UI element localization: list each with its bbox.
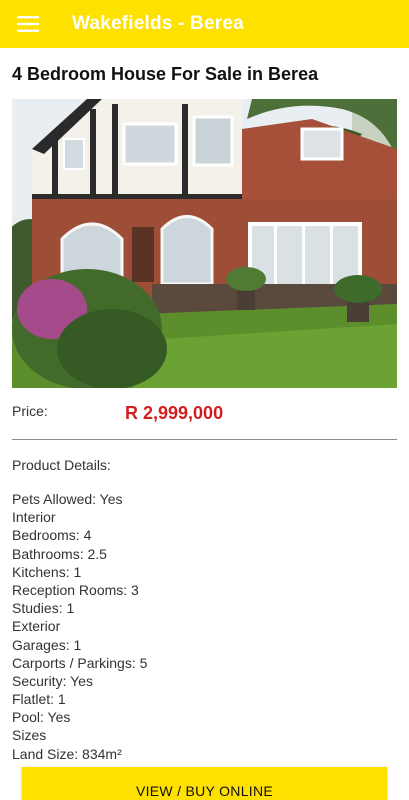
- detail-reception-rooms: Reception Rooms: 3: [12, 581, 139, 598]
- details-heading: Product Details:: [12, 457, 111, 473]
- app-bar-title: Wakefields - Berea: [72, 13, 244, 34]
- detail-kitchens: Kitchens: 1: [12, 563, 82, 580]
- page-title: 4 Bedroom House For Sale in Berea: [12, 64, 319, 84]
- view-buy-online-label: VIEW / BUY ONLINE: [135, 783, 274, 799]
- detail-flatlet: Flatlet: 1: [12, 691, 66, 708]
- divider: [12, 439, 397, 440]
- menu-button[interactable]: [0, 0, 56, 48]
- detail-bathrooms: Bathrooms: 2.5: [12, 545, 107, 562]
- details-list: Pets Allowed: Yes Interior Bedrooms: 4 B…: [12, 490, 397, 763]
- view-buy-online-button[interactable]: VIEW / BUY ONLINE: [22, 767, 387, 800]
- price-label: Price:: [12, 403, 48, 419]
- house-photo-image: [12, 99, 397, 388]
- price-value: R 2,999,000: [125, 403, 224, 423]
- property-photo[interactable]: [12, 99, 397, 388]
- detail-section-exterior: Exterior: [12, 618, 61, 635]
- detail-bedrooms: Bedrooms: 4: [12, 527, 92, 544]
- detail-land-size: Land Size: 834m²: [12, 745, 122, 762]
- detail-garages: Garages: 1: [12, 636, 82, 653]
- detail-section-sizes: Sizes: [12, 727, 47, 744]
- detail-security: Security: Yes: [12, 672, 93, 689]
- product-details: Product Details: Pets Allowed: Yes Inter…: [12, 456, 397, 763]
- app-bar: Wakefields - Berea: [0, 0, 409, 48]
- detail-studies: Studies: 1: [12, 600, 75, 617]
- detail-section-interior: Interior: [12, 509, 56, 526]
- detail-carports-parkings: Carports / Parkings: 5: [12, 654, 148, 671]
- detail-pool: Pool: Yes: [12, 709, 71, 726]
- hamburger-menu-icon: [17, 16, 39, 32]
- detail-pets-allowed: Pets Allowed: Yes: [12, 491, 123, 507]
